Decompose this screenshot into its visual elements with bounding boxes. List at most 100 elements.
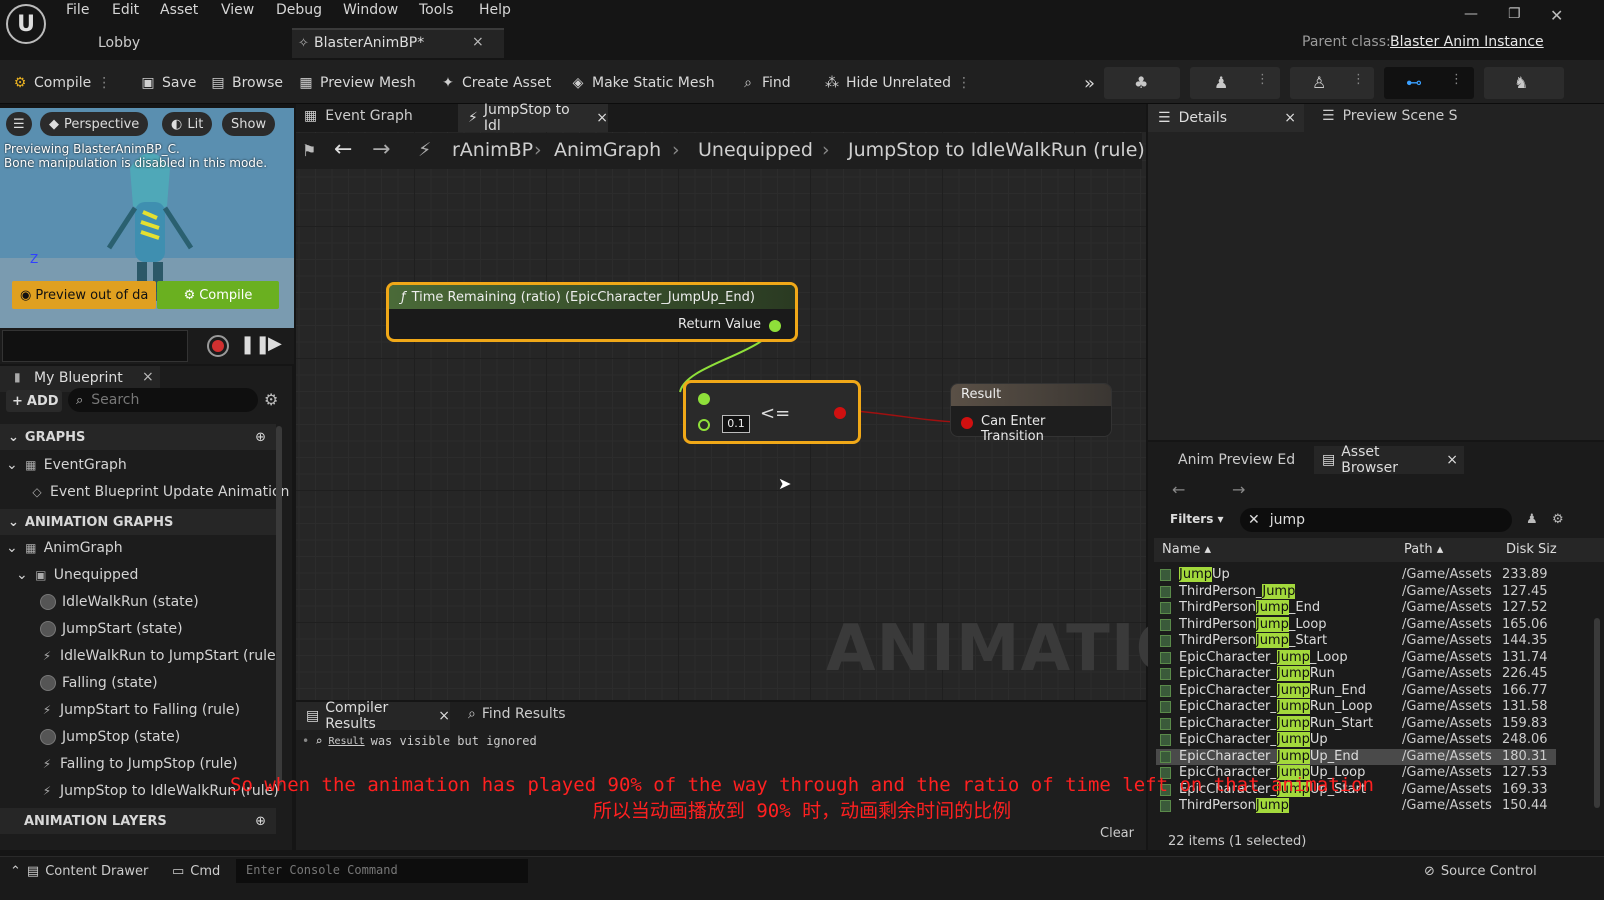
clear-search-icon[interactable]: ✕ (1248, 512, 1260, 528)
asset-row[interactable]: ThirdPersonJump_Loop/Game/Assets 165.06 (1156, 616, 1556, 633)
tab-find-results[interactable]: ⌕ Find Results (468, 706, 566, 722)
expand-toolbar-icon[interactable]: » (1084, 72, 1095, 94)
close-icon[interactable]: × (472, 34, 484, 50)
tree-item-event-update[interactable]: ◇ Event Blueprint Update Animation (30, 481, 289, 503)
perspective-button[interactable]: ◆ Perspective (40, 112, 149, 136)
breadcrumb-item[interactable]: rAnimBP (452, 139, 533, 161)
viewport-menu-button[interactable]: ☰ (6, 112, 32, 136)
asset-row[interactable]: EpicCharacter_JumpUp/Game/Assets 248.06 (1156, 732, 1556, 748)
input-pin-a[interactable] (698, 393, 710, 405)
close-icon[interactable]: × (596, 110, 608, 126)
close-icon[interactable]: × (142, 369, 154, 385)
physics-mode-button[interactable]: ♞ (1484, 67, 1564, 99)
tab-compiler-results[interactable]: ▤ Compiler Results × (296, 700, 450, 732)
back-arrow-icon[interactable]: ← (1172, 480, 1185, 499)
asset-row[interactable]: EpicCharacter_Jump_Loop/Game/Assets 131.7… (1156, 649, 1556, 666)
tree-item-state[interactable]: IdleWalkRun (state) (40, 591, 199, 613)
browse-button[interactable]: ▤ Browse (210, 72, 283, 94)
asset-row[interactable]: JumpUp/Game/Assets 233.89 (1156, 567, 1556, 583)
tree-item-rule[interactable]: ⚡ Falling to JumpStop (rule) (40, 753, 238, 775)
menu-debug[interactable]: Debug (276, 2, 322, 22)
lit-button[interactable]: ◐ Lit (162, 112, 213, 136)
timeline-scrubber[interactable] (2, 330, 188, 362)
menu-tools[interactable]: Tools (419, 2, 454, 22)
tab-asset-browser[interactable]: ▤ Asset Browser × (1314, 444, 1464, 476)
menu-window[interactable]: Window (343, 2, 398, 22)
scrollbar[interactable] (1594, 618, 1600, 808)
close-icon[interactable]: × (1446, 452, 1458, 468)
node-result[interactable]: Result Can Enter Transition (950, 383, 1112, 444)
restore-icon[interactable]: ❐ (1508, 6, 1521, 22)
asset-row[interactable]: EpicCharacter_JumpRun_Start/Game/Assets 1… (1156, 715, 1556, 732)
back-arrow-icon[interactable]: ← (334, 137, 352, 162)
asset-row[interactable]: ThirdPersonJump/Game/Assets 150.44 (1156, 798, 1556, 814)
close-icon[interactable]: × (438, 708, 450, 724)
add-layer-icon[interactable]: ⊕ (255, 814, 266, 829)
close-window-icon[interactable]: ✕ (1550, 6, 1563, 25)
parent-class-link[interactable]: Blaster Anim Instance (1390, 34, 1544, 50)
menu-asset[interactable]: Asset (160, 2, 198, 22)
compile-button[interactable]: ⚙ Compile ⋮ (12, 72, 112, 94)
user-icon[interactable]: ♟ (1526, 512, 1538, 527)
menu-help[interactable]: Help (479, 2, 511, 22)
hide-unrelated-button[interactable]: ⁂ Hide Unrelated ⋮ (824, 72, 971, 94)
menu-view[interactable]: View (221, 2, 254, 22)
menu-file[interactable]: File (66, 2, 89, 22)
asset-row[interactable]: EpicCharacter_JumpUp_End/Game/Assets 180.… (1156, 748, 1556, 765)
more-options-icon[interactable]: ⋮ (957, 75, 971, 91)
section-animation-graphs[interactable]: ⌄ ANIMATION GRAPHS (0, 509, 276, 535)
close-icon[interactable]: × (1284, 110, 1296, 126)
section-animation-layers[interactable]: ANIMATION LAYERS ⊕ (0, 808, 276, 834)
pause-icon[interactable]: ❚❚ (240, 334, 270, 355)
add-graph-icon[interactable]: ⊕ (255, 430, 266, 445)
compile-options-icon[interactable]: ⋮ (97, 75, 111, 91)
tree-item-rule[interactable]: ⚡ JumpStart to Falling (rule) (40, 699, 240, 721)
column-disk-size[interactable]: Disk Siz (1506, 542, 1557, 557)
save-button[interactable]: ▣ Save (140, 72, 196, 94)
skeleton-mode-button[interactable]: ♣ (1104, 67, 1180, 99)
mesh-mode-button[interactable]: ♟ ⋮ (1190, 67, 1280, 99)
record-button[interactable] (207, 335, 229, 357)
node-time-remaining[interactable]: ƒ Time Remaining (ratio) (EpicCharacter_… (386, 282, 798, 342)
tab-details[interactable]: ☰ Details × (1148, 104, 1304, 132)
create-asset-button[interactable]: ✦ Create Asset (440, 72, 551, 94)
asset-search-input[interactable]: ✕ jump (1240, 508, 1512, 532)
tree-item-eventgraph[interactable]: ⌄ ▦ EventGraph (6, 454, 127, 476)
return-value-pin[interactable] (769, 320, 781, 332)
asset-row[interactable]: EpicCharacter_JumpRun_End/Game/Assets 166… (1156, 682, 1556, 699)
doc-tab-blasteranimbp[interactable]: ✧ BlasterAnimBP* × (292, 28, 504, 58)
unreal-logo-icon[interactable]: U (6, 4, 46, 44)
asset-row[interactable]: ThirdPersonJump_End/Game/Assets 127.52 (1156, 600, 1556, 616)
asset-row[interactable]: EpicCharacter_JumpUp_Start/Game/Assets 16… (1156, 781, 1556, 798)
tab-event-graph[interactable]: ▦ Event Graph (304, 108, 413, 124)
source-control-button[interactable]: ⊘ Source Control (1424, 864, 1537, 879)
forward-arrow-icon[interactable]: → (372, 137, 390, 162)
tree-item-rule[interactable]: ⚡ IdleWalkRun to JumpStart (rule) (40, 645, 281, 667)
tree-item-state[interactable]: JumpStop (state) (40, 726, 180, 748)
column-path[interactable]: Path ▴ (1404, 542, 1443, 557)
add-button[interactable]: + ADD (6, 390, 62, 412)
result-link[interactable]: Result (328, 736, 364, 747)
asset-row[interactable]: ThirdPerson_Jump/Game/Assets 127.45 (1156, 583, 1556, 600)
animation-mode-button[interactable]: ♙ ⋮ (1290, 67, 1374, 99)
show-button[interactable]: Show (222, 112, 276, 136)
settings-gear-icon[interactable]: ⚙ (264, 390, 278, 409)
tab-anim-preview-editor[interactable]: Anim Preview Ed (1178, 452, 1295, 468)
animation-mode-options-icon[interactable]: ⋮ (1352, 72, 1365, 87)
blueprint-mode-button[interactable]: ⊷ ⋮ (1384, 67, 1474, 99)
forward-arrow-icon[interactable]: → (1232, 480, 1245, 499)
blueprint-mode-options-icon[interactable]: ⋮ (1450, 72, 1463, 87)
find-button[interactable]: ⌕ Find (740, 72, 791, 94)
asset-row[interactable]: EpicCharacter_JumpUp_Loop/Game/Assets 127… (1156, 765, 1556, 781)
asset-row[interactable]: EpicCharacter_JumpRun_Loop/Game/Assets 13… (1156, 699, 1556, 715)
minimize-icon[interactable]: — (1464, 6, 1478, 22)
can-enter-transition-pin[interactable] (961, 417, 973, 429)
tree-item-unequipped[interactable]: ⌄ ▣ Unequipped (16, 564, 138, 586)
filters-dropdown[interactable]: Filters ▾ (1170, 512, 1224, 526)
asset-row[interactable]: ThirdPersonJump_Start/Game/Assets 144.35 (1156, 633, 1556, 649)
console-input[interactable]: Enter Console Command (236, 859, 528, 883)
viewport-compile-button[interactable]: ⚙ Compile (157, 281, 279, 309)
output-bool-pin[interactable] (834, 407, 846, 419)
breadcrumb-item[interactable]: Unequipped (698, 139, 813, 161)
clear-button[interactable]: Clear (1100, 826, 1134, 841)
